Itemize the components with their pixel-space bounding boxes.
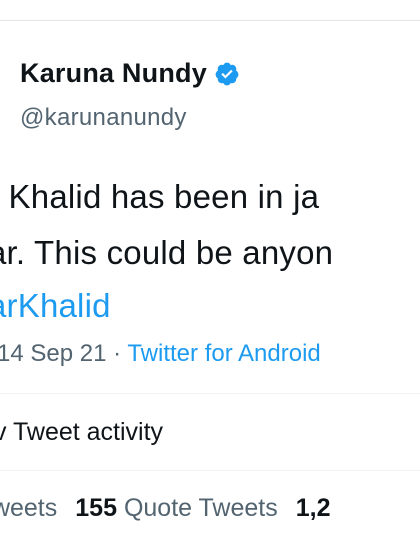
divider (0, 470, 420, 471)
verified-badge-icon (214, 61, 240, 87)
hashtag-link[interactable]: arKhalid (0, 287, 111, 325)
author-header[interactable]: Karuna Nundy (20, 58, 240, 89)
author-handle[interactable]: @karunanundy (20, 104, 187, 132)
tweet-activity-link[interactable]: v Tweet activity (0, 418, 163, 447)
tweet-text-line: ar. This could be anyon (0, 234, 334, 271)
meta-separator: · (113, 340, 122, 367)
likes-count[interactable]: 1,2 (296, 494, 331, 522)
tweet-text-line: r Khalid has been in ja (0, 178, 320, 215)
tweet-meta: 14 Sep 21 · Twitter for Android (0, 340, 321, 368)
divider (0, 393, 420, 394)
tweet-date[interactable]: 14 Sep 21 (0, 340, 106, 367)
engagement-stats: tweets 155 Quote Tweets 1,2 (0, 494, 331, 523)
author-name[interactable]: Karuna Nundy (20, 58, 207, 89)
source-link[interactable]: Twitter for Android (127, 340, 320, 367)
top-divider (0, 20, 420, 21)
retweets-label[interactable]: tweets (0, 494, 57, 522)
quote-tweets-count[interactable]: 155 (75, 494, 117, 522)
quote-tweets-label[interactable]: Quote Tweets (124, 494, 278, 522)
